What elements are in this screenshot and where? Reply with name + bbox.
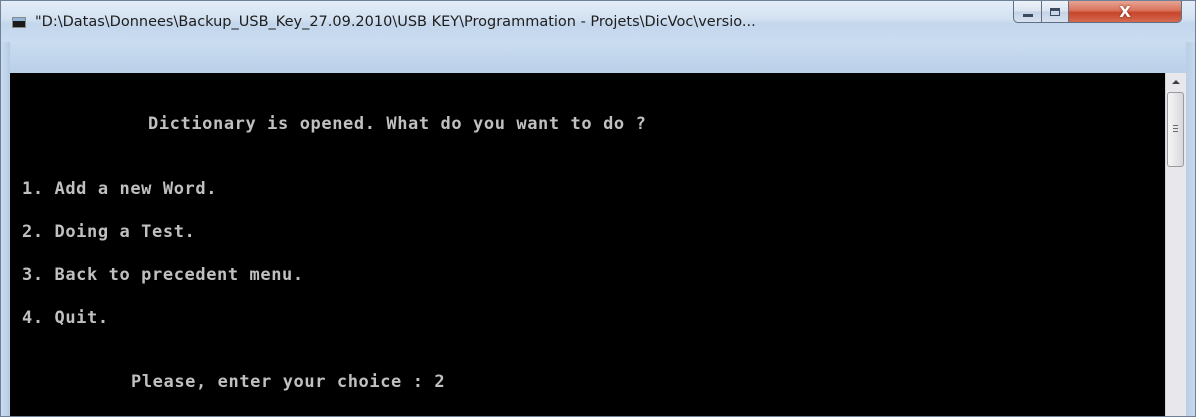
console-prompt[interactable]: Please, enter your choice : 2 xyxy=(131,372,445,392)
maximize-button[interactable] xyxy=(1041,1,1069,23)
console-window: "D:\Datas\Donnees\Backup_USB_Key_27.09.2… xyxy=(0,0,1196,417)
close-icon: X xyxy=(1119,2,1131,21)
minimize-icon xyxy=(1022,14,1033,17)
console-option-1: 1. Add a new Word. xyxy=(22,179,218,199)
scroll-thumb[interactable] xyxy=(1167,92,1184,167)
console-header: Dictionary is opened. What do you want t… xyxy=(148,114,647,134)
scroll-up-arrow-icon[interactable] xyxy=(1166,73,1186,90)
window-frame-top xyxy=(1,42,1195,73)
close-button[interactable]: X xyxy=(1068,1,1182,23)
console-option-4: 4. Quit. xyxy=(22,308,109,328)
vertical-scrollbar[interactable] xyxy=(1165,73,1186,416)
console-option-2: 2. Doing a Test. xyxy=(22,222,196,242)
window-frame-left xyxy=(1,42,10,416)
window-frame-right xyxy=(1186,42,1195,416)
window-title: "D:\Datas\Donnees\Backup_USB_Key_27.09.2… xyxy=(35,14,756,30)
scroll-thumb-grip-icon xyxy=(1173,125,1178,132)
console-output[interactable]: Dictionary is opened. What do you want t… xyxy=(10,73,1165,416)
maximize-icon xyxy=(1050,7,1060,16)
minimize-button[interactable] xyxy=(1013,1,1042,23)
console-icon[interactable] xyxy=(12,17,26,28)
console-option-3: 3. Back to precedent menu. xyxy=(22,265,304,285)
